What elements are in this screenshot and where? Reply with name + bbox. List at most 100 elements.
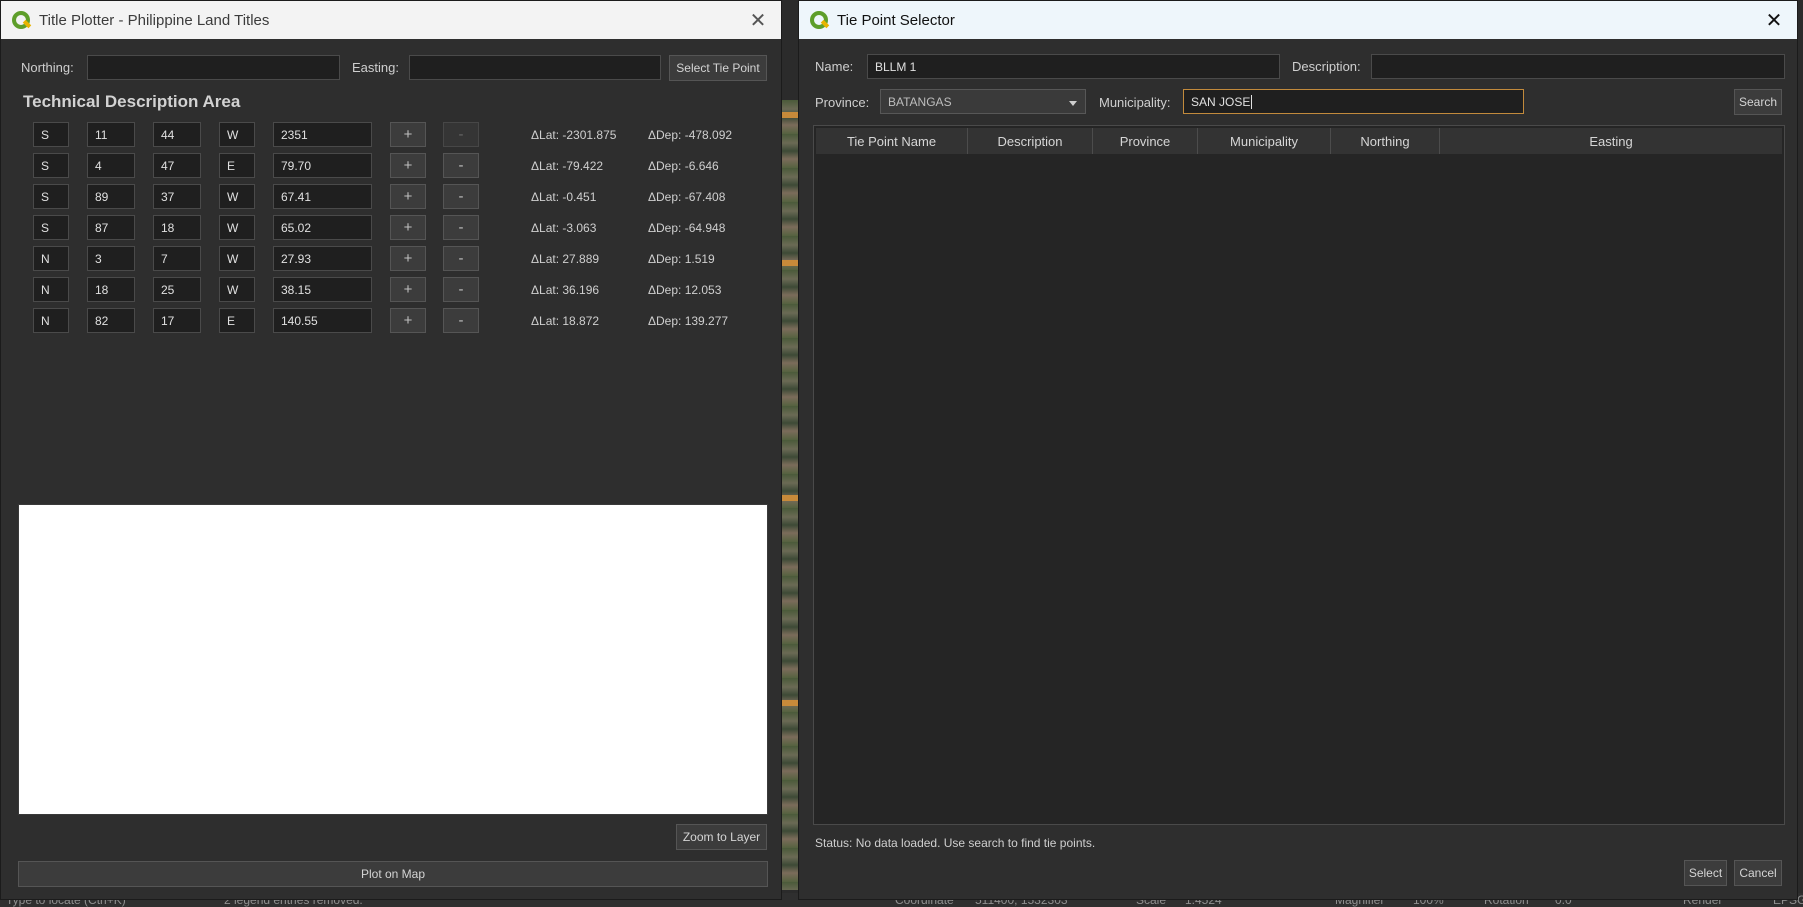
column-header-tie-point-name[interactable]: Tie Point Name [816,128,968,154]
add-row-button[interactable]: + [390,215,426,240]
bearing-ns-input[interactable]: N [33,246,69,271]
degrees-input[interactable]: 3 [87,246,135,271]
municipality-label: Municipality: [1099,95,1171,110]
delta-departure: ΔDep: -6.646 [648,159,719,173]
qgis-logo-icon [809,10,830,30]
bearing-ew-input[interactable]: W [219,277,255,302]
remove-row-button[interactable]: - [443,308,479,333]
minutes-input[interactable]: 37 [153,184,201,209]
delta-latitude: ΔLat: -79.422 [531,159,604,173]
window-title: Title Plotter - Philippine Land Titles [39,11,270,29]
name-input[interactable]: BLLM 1 [867,54,1280,79]
bearing-ew-input[interactable]: W [219,122,255,147]
cancel-button[interactable]: Cancel [1734,860,1782,886]
description-input[interactable] [1371,54,1785,79]
municipality-input[interactable]: SAN JOSE [1183,89,1524,114]
plot-on-map-button[interactable]: Plot on Map [18,861,768,887]
window-title: Tie Point Selector [837,11,955,29]
add-row-button[interactable]: + [390,308,426,333]
remove-row-button[interactable]: - [443,122,479,147]
qgis-logo-icon [11,10,32,30]
zoom-to-layer-button[interactable]: Zoom to Layer [676,824,767,850]
description-label: Description: [1292,59,1361,74]
bearing-ns-input[interactable]: S [33,153,69,178]
minutes-input[interactable]: 17 [153,308,201,333]
remove-row-button[interactable]: - [443,153,479,178]
delta-latitude: ΔLat: 18.872 [531,314,600,328]
plot-preview-canvas[interactable] [18,504,768,815]
minutes-input[interactable]: 44 [153,122,201,147]
northing-input[interactable] [87,55,340,80]
search-button[interactable]: Search [1734,89,1782,115]
title-plotter-titlebar[interactable]: Title Plotter - Philippine Land Titles ✕ [1,1,781,39]
bearing-ew-input[interactable]: W [219,184,255,209]
add-row-button[interactable]: + [390,246,426,271]
delta-latitude: ΔLat: -2301.875 [531,128,617,142]
minutes-input[interactable]: 25 [153,277,201,302]
degrees-input[interactable]: 4 [87,153,135,178]
delta-latitude: ΔLat: -0.451 [531,190,597,204]
distance-input[interactable]: 27.93 [273,246,372,271]
add-row-button[interactable]: + [390,184,426,209]
text-cursor [1251,94,1253,109]
add-row-button[interactable]: + [390,153,426,178]
add-row-button[interactable]: + [390,122,426,147]
chevron-down-icon [1069,101,1077,106]
column-header-municipality[interactable]: Municipality [1198,128,1331,154]
delta-latitude: ΔLat: -3.063 [531,221,597,235]
bearing-ns-input[interactable]: N [33,277,69,302]
tie-point-table[interactable]: Tie Point Name Description Province Muni… [813,125,1785,825]
distance-input[interactable]: 140.55 [273,308,372,333]
easting-label: Easting: [352,60,399,75]
column-header-northing[interactable]: Northing [1331,128,1440,154]
bearing-ew-input[interactable]: W [219,215,255,240]
delta-latitude: ΔLat: 27.889 [531,252,600,266]
minutes-input[interactable]: 47 [153,153,201,178]
minutes-input[interactable]: 18 [153,215,201,240]
status-text: Status: No data loaded. Use search to fi… [815,836,1096,850]
add-row-button[interactable]: + [390,277,426,302]
remove-row-button[interactable]: - [443,277,479,302]
delta-latitude: ΔLat: 36.196 [531,283,600,297]
degrees-input[interactable]: 89 [87,184,135,209]
close-icon[interactable]: ✕ [1751,1,1797,39]
distance-input[interactable]: 79.70 [273,153,372,178]
minutes-input[interactable]: 7 [153,246,201,271]
province-label: Province: [815,95,870,110]
easting-input[interactable] [409,55,661,80]
delta-departure: ΔDep: 12.053 [648,283,722,297]
bearing-ew-input[interactable]: E [219,308,255,333]
select-tie-point-button[interactable]: Select Tie Point [669,55,767,81]
province-selected-value: BATANGAS [888,94,952,109]
bearing-ns-input[interactable]: S [33,215,69,240]
column-header-easting[interactable]: Easting [1440,128,1782,154]
remove-row-button[interactable]: - [443,215,479,240]
remove-row-button[interactable]: - [443,184,479,209]
bearing-ns-input[interactable]: S [33,122,69,147]
delta-departure: ΔDep: 1.519 [648,252,715,266]
close-icon[interactable]: ✕ [735,1,781,39]
bearing-ns-input[interactable]: S [33,184,69,209]
bearing-ew-input[interactable]: W [219,246,255,271]
province-dropdown[interactable]: BATANGAS [880,89,1086,114]
select-button[interactable]: Select [1684,860,1727,886]
distance-input[interactable]: 2351 [273,122,372,147]
map-canvas-strip [780,100,798,890]
column-header-description[interactable]: Description [968,128,1093,154]
distance-input[interactable]: 67.41 [273,184,372,209]
tie-point-selector-window: Tie Point Selector ✕ Name: BLLM 1 Descri… [798,0,1798,900]
bearing-ns-input[interactable]: N [33,308,69,333]
distance-input[interactable]: 65.02 [273,215,372,240]
table-header: Tie Point Name Description Province Muni… [816,128,1782,154]
column-header-province[interactable]: Province [1093,128,1198,154]
degrees-input[interactable]: 87 [87,215,135,240]
degrees-input[interactable]: 11 [87,122,135,147]
distance-input[interactable]: 38.15 [273,277,372,302]
remove-row-button[interactable]: - [443,246,479,271]
delta-departure: ΔDep: -478.092 [648,128,733,142]
degrees-input[interactable]: 82 [87,308,135,333]
tie-point-selector-titlebar[interactable]: Tie Point Selector ✕ [799,1,1797,39]
bearing-ew-input[interactable]: E [219,153,255,178]
technical-description-title: Technical Description Area [23,92,241,111]
degrees-input[interactable]: 18 [87,277,135,302]
